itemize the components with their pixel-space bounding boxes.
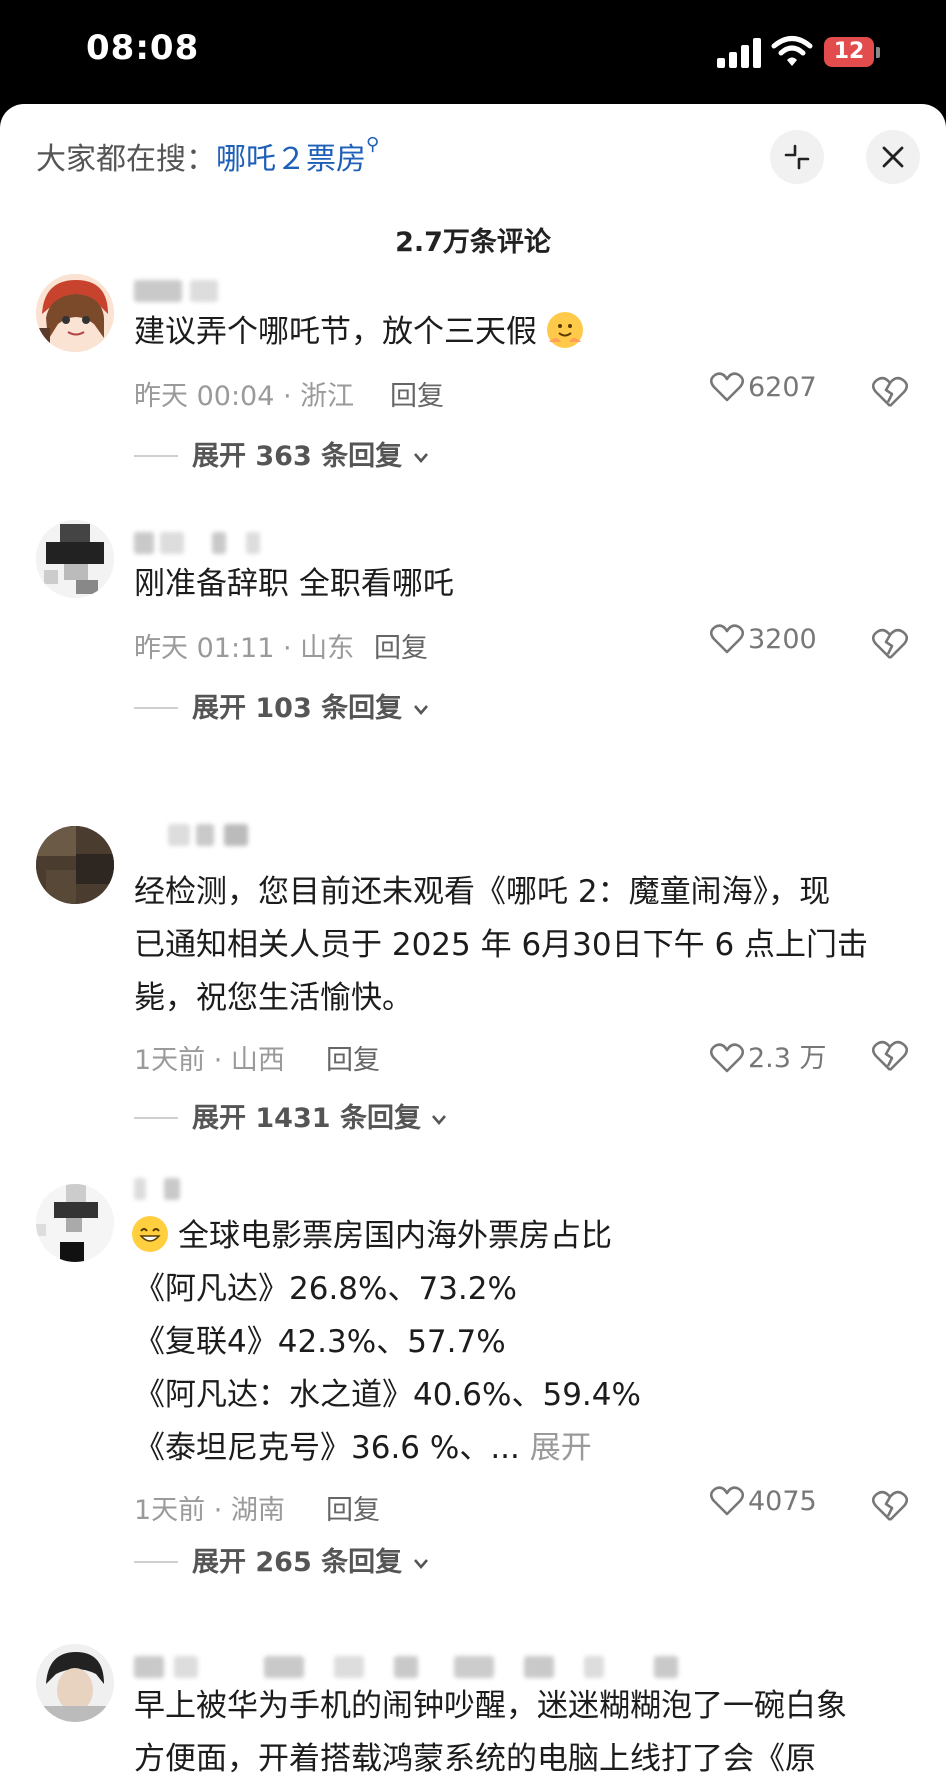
chevron-down-icon	[413, 1559, 428, 1569]
broken-heart-icon[interactable]	[872, 1490, 908, 1522]
collapse-button[interactable]	[770, 130, 824, 184]
comment-time-location: 1天前 · 湖南	[134, 1495, 285, 1526]
avatar[interactable]	[36, 1644, 114, 1722]
status-time: 08:08	[86, 28, 200, 68]
chevron-down-icon	[413, 705, 428, 715]
comment-item: 早上被华为手机的闹钟吵醒，迷迷糊糊泡了一碗白象 方便面，开着搭载鸿蒙系统的电脑上…	[0, 1644, 946, 1778]
like-count: 2.3 万	[748, 1043, 827, 1074]
comment-text: 刚准备辞职 全职看哪吒	[134, 558, 904, 611]
avatar[interactable]	[36, 520, 114, 598]
comment-item: 全球电影票房国内海外票房占比 《阿凡达》26.8%、73.2% 《复联4》42.…	[0, 1174, 946, 1578]
comment-time-location: 昨天 01:11 · 山东	[134, 633, 355, 664]
expand-label: 展开 103 条回复	[192, 693, 403, 724]
search-suggestion[interactable]: 大家都在搜：哪吒２票房⚲	[36, 134, 379, 178]
battery-indicator: 12	[824, 37, 882, 69]
like-count: 6207	[748, 372, 817, 403]
expand-label: 展开 363 条回复	[192, 441, 403, 472]
like-button[interactable]: 4075	[709, 1486, 817, 1517]
grin-emoji	[132, 1216, 168, 1252]
expand-replies[interactable]: 展开 103 条回复	[134, 686, 430, 725]
search-prefix: 大家都在搜：	[36, 142, 216, 177]
close-button[interactable]	[866, 130, 920, 184]
comment-time-location: 昨天 00:04 · 浙江	[134, 381, 355, 412]
hug-emoji	[546, 312, 583, 348]
comment-line: 《复联4》42.3%、57.7%	[134, 1324, 506, 1360]
expand-replies[interactable]: 展开 363 条回复	[134, 434, 430, 473]
comment-line: 方便面，开着搭载鸿蒙系统的电脑上线打了会《原	[134, 1741, 816, 1777]
username-blurred	[134, 824, 254, 848]
username-blurred	[134, 1656, 694, 1680]
comment-line: 《阿凡达》26.8%、73.2%	[134, 1271, 517, 1307]
comment-line: 《阿凡达：水之道》40.6%、59.4%	[134, 1377, 641, 1413]
comment-line: 刚准备辞职 全职看哪吒	[134, 566, 454, 602]
expand-label: 展开 1431 条回复	[192, 1103, 421, 1134]
comment-line: 《泰坦尼克号》36.6 %、... 展开	[134, 1430, 592, 1466]
battery-cap	[876, 47, 880, 58]
heart-icon	[709, 624, 745, 654]
comment-line: 已通知相关人员于 2025 年 6月30日下午 6 点上门击	[134, 927, 869, 963]
comment-count: 2.7万条评论	[395, 227, 551, 258]
like-button[interactable]: 3200	[709, 624, 817, 655]
comment-item: 经检测，您目前还未观看《哪吒 2：魔童闹海》，现 已通知相关人员于 2025 年…	[0, 794, 946, 1134]
comment-item: 建议弄个哪吒节，放个三天假 昨天 00:04 · 浙江 回复 6207 展开 3…	[0, 264, 946, 494]
comment-line: 建议弄个哪吒节，放个三天假	[134, 306, 904, 359]
wifi-icon	[771, 36, 813, 66]
broken-heart-icon[interactable]	[872, 376, 908, 408]
username-blurred	[134, 1178, 254, 1202]
like-button[interactable]: 2.3 万	[709, 1036, 827, 1075]
reply-button[interactable]: 回复	[390, 374, 444, 413]
username-blurred	[134, 280, 254, 304]
battery-level: 12	[824, 37, 874, 67]
like-count: 3200	[748, 624, 817, 655]
username-blurred	[134, 532, 260, 556]
reply-button[interactable]: 回复	[326, 1488, 380, 1527]
comment-text: 建议弄个哪吒节，放个三天假	[134, 306, 904, 359]
comment-item: 刚准备辞职 全职看哪吒 昨天 01:11 · 山东 回复 3200 展开 103…	[0, 494, 946, 724]
collapse-icon	[784, 144, 810, 170]
chevron-down-icon	[413, 453, 428, 463]
status-bar: 08:08 12	[0, 0, 946, 104]
avatar[interactable]	[36, 826, 114, 904]
comment-text: 经检测，您目前还未观看《哪吒 2：魔童闹海》，现 已通知相关人员于 2025 年…	[134, 866, 904, 1025]
expand-replies[interactable]: 展开 265 条回复	[134, 1540, 430, 1579]
search-term[interactable]: 哪吒２票房	[216, 142, 366, 177]
comment-line: 早上被华为手机的闹钟吵醒，迷迷糊糊泡了一碗白象	[134, 1688, 847, 1724]
comment-line: 经检测，您目前还未观看《哪吒 2：魔童闹海》，现	[134, 874, 831, 910]
expand-label: 展开 265 条回复	[192, 1547, 403, 1578]
broken-heart-icon[interactable]	[872, 1040, 908, 1072]
comment-text: 早上被华为手机的闹钟吵醒，迷迷糊糊泡了一碗白象 方便面，开着搭载鸿蒙系统的电脑上…	[134, 1680, 904, 1778]
chevron-down-icon	[432, 1115, 447, 1125]
avatar[interactable]	[36, 274, 114, 352]
close-icon	[882, 146, 904, 168]
like-button[interactable]: 6207	[709, 372, 817, 403]
reply-button[interactable]: 回复	[326, 1038, 380, 1077]
heart-icon	[709, 1043, 745, 1073]
search-icon: ⚲	[366, 134, 380, 155]
comment-text: 全球电影票房国内海外票房占比 《阿凡达》26.8%、73.2% 《复联4》42.…	[132, 1210, 904, 1475]
reply-button[interactable]: 回复	[374, 626, 428, 665]
heart-icon	[709, 372, 745, 402]
heart-icon	[709, 1486, 745, 1516]
broken-heart-icon[interactable]	[872, 628, 908, 660]
like-count: 4075	[748, 1486, 817, 1517]
comment-line: 毙，祝您生活愉快。	[134, 980, 413, 1016]
comment-sheet: 大家都在搜：哪吒２票房⚲ 2.7万条评论 建议弄个哪吒节，放个三天假 昨天 00…	[0, 104, 946, 1778]
comment-line: 全球电影票房国内海外票房占比	[132, 1210, 904, 1263]
expand-replies[interactable]: 展开 1431 条回复	[134, 1096, 448, 1135]
comment-time-location: 1天前 · 山西	[134, 1045, 285, 1076]
expand-text-link[interactable]: 展开	[530, 1430, 592, 1466]
avatar[interactable]	[36, 1184, 114, 1262]
signal-icon	[717, 38, 761, 68]
